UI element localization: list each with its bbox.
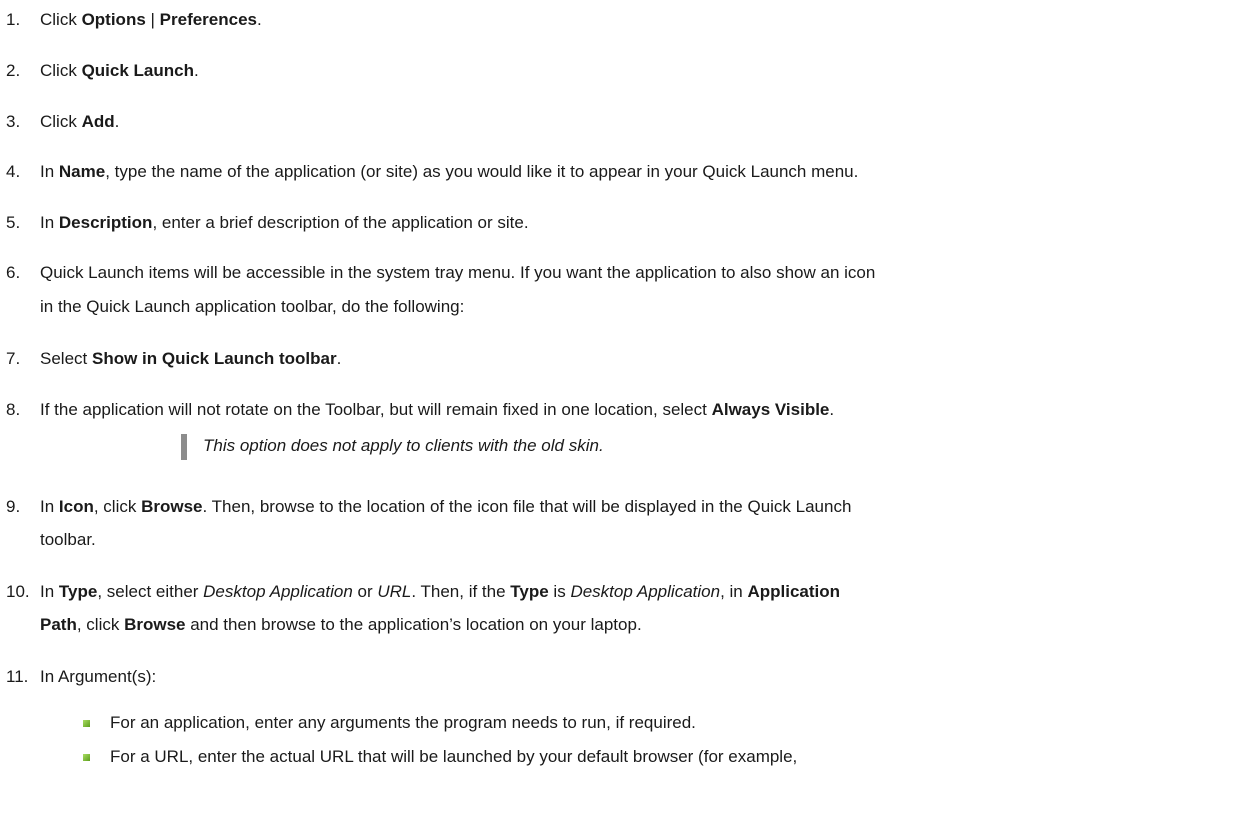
step-number: 8.: [6, 400, 21, 419]
step-text: Click Quick Launch.: [40, 61, 199, 80]
step-text-line-2: toolbar.: [40, 530, 96, 549]
step-text: If the application will not rotate on th…: [40, 400, 835, 419]
square-bullet-icon: [83, 754, 90, 761]
step-number: 5.: [6, 213, 21, 232]
step-number: 9.: [6, 497, 21, 516]
square-bullet-icon: [83, 720, 90, 727]
step-text-line-1: In Type, select either Desktop Applicati…: [40, 582, 841, 601]
step-number: 11.: [6, 667, 29, 686]
step-text: In Name, type the name of the applicatio…: [40, 162, 859, 181]
document-page: 1. Click Options | Preferences. 2. Click…: [0, 0, 1249, 832]
step-text: Click Add.: [40, 112, 120, 131]
step-text-line-2: in the Quick Launch application toolbar,…: [40, 297, 465, 316]
step-text: In Description, enter a brief descriptio…: [40, 213, 529, 232]
menu-options: Options: [81, 10, 146, 29]
step-text: Select Show in Quick Launch toolbar.: [40, 349, 342, 368]
note-text: This option does not apply to clients wi…: [203, 436, 604, 455]
step-number: 4.: [6, 162, 21, 181]
step-text-line-1: In Icon, click Browse. Then, browse to t…: [40, 497, 852, 516]
step-number: 1.: [6, 10, 21, 29]
step-text-line-2: Path, click Browse and then browse to th…: [40, 615, 642, 634]
menu-preferences: Preferences: [159, 10, 257, 29]
step-number: 3.: [6, 112, 21, 131]
step-number: 2.: [6, 61, 21, 80]
bullet-text: For an application, enter any arguments …: [110, 713, 696, 732]
step-text: In Argument(s):: [40, 667, 157, 686]
bullet-text: For a URL, enter the actual URL that wil…: [110, 747, 798, 766]
step-number: 10.: [6, 582, 30, 601]
step-number: 6.: [6, 263, 21, 282]
note-callout: This option does not apply to clients wi…: [181, 431, 1081, 461]
step-text-line-1: Quick Launch items will be accessible in…: [40, 263, 876, 282]
step-number: 7.: [6, 349, 21, 368]
note-bar-icon: [181, 434, 187, 460]
step-text: Click Options | Preferences.: [40, 10, 262, 29]
